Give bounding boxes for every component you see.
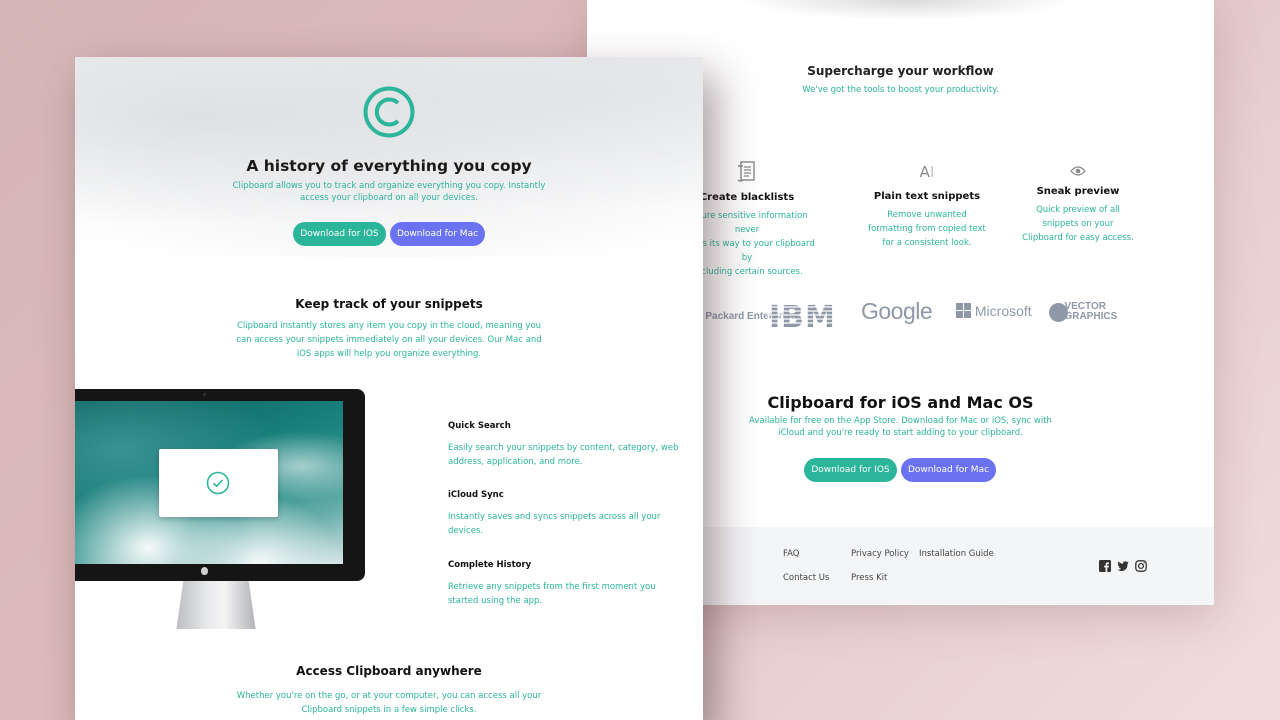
feature-sneak-preview: Sneak preview Quick preview of all snipp… xyxy=(1008,164,1148,245)
front-page-mockup: A history of everything you copy Clipboa… xyxy=(75,57,703,720)
facebook-icon[interactable] xyxy=(1099,560,1111,572)
instagram-icon[interactable] xyxy=(1135,560,1147,572)
download-ios-button[interactable]: Download for IOS xyxy=(804,458,897,482)
hero-download-mac-button[interactable]: Download for Mac xyxy=(390,222,485,246)
logo-microsoft: Microsoft xyxy=(956,303,1032,319)
blacklist-icon xyxy=(737,161,755,182)
imac-device xyxy=(75,389,365,581)
twitter-icon[interactable] xyxy=(1117,560,1129,572)
clipboard-logo-icon xyxy=(363,86,415,138)
camera-dot xyxy=(203,393,206,396)
logo-google: Google xyxy=(861,298,933,324)
check-circle-icon xyxy=(206,471,230,495)
hero-download-ios-button[interactable]: Download for IOS xyxy=(293,222,386,246)
eye-icon xyxy=(1070,166,1086,176)
feature-icloud-sync: iCloud Sync Instantly saves and syncs sn… xyxy=(448,490,661,536)
imac-stand xyxy=(176,581,256,629)
feature-quick-search: Quick Search Easily search your snippets… xyxy=(448,421,679,467)
snippets-description: Clipboard instantly stores any item you … xyxy=(236,321,542,359)
access-title: Access Clipboard anywhere xyxy=(296,664,482,678)
footer-link-installation[interactable]: Installation Guide xyxy=(919,549,994,559)
download-mac-button[interactable]: Download for Mac xyxy=(901,458,996,482)
snippets-title: Keep track of your snippets xyxy=(295,297,483,311)
footer-link-faq[interactable]: FAQ xyxy=(783,549,799,559)
ocean-screen-image xyxy=(75,401,343,564)
hero-title: A history of everything you copy xyxy=(246,157,532,175)
feature-complete-history: Complete History Retrieve any snippets f… xyxy=(448,560,656,606)
logo-vector-graphics: VECTOR GRAPHICS xyxy=(1049,302,1124,322)
footer-link-privacy[interactable]: Privacy Policy xyxy=(851,549,909,559)
footer-link-presskit[interactable]: Press Kit xyxy=(851,573,887,583)
apple-logo-icon xyxy=(201,567,208,575)
logo-ibm: IBM xyxy=(767,298,843,337)
microsoft-squares-icon xyxy=(956,303,971,318)
feature-plain-text: AI Plain text snippets Remove unwanted f… xyxy=(857,163,997,250)
hero-subtitle: Clipboard allows you to track and organi… xyxy=(232,181,546,203)
access-description: Whether you're on the go, or at your com… xyxy=(236,691,542,715)
device-shadow xyxy=(737,0,1077,20)
footer-link-contact[interactable]: Contact Us xyxy=(783,573,829,583)
svg-text:IBM: IBM xyxy=(769,300,836,332)
confirmation-card xyxy=(159,449,278,517)
text-icon: AI xyxy=(919,163,935,181)
